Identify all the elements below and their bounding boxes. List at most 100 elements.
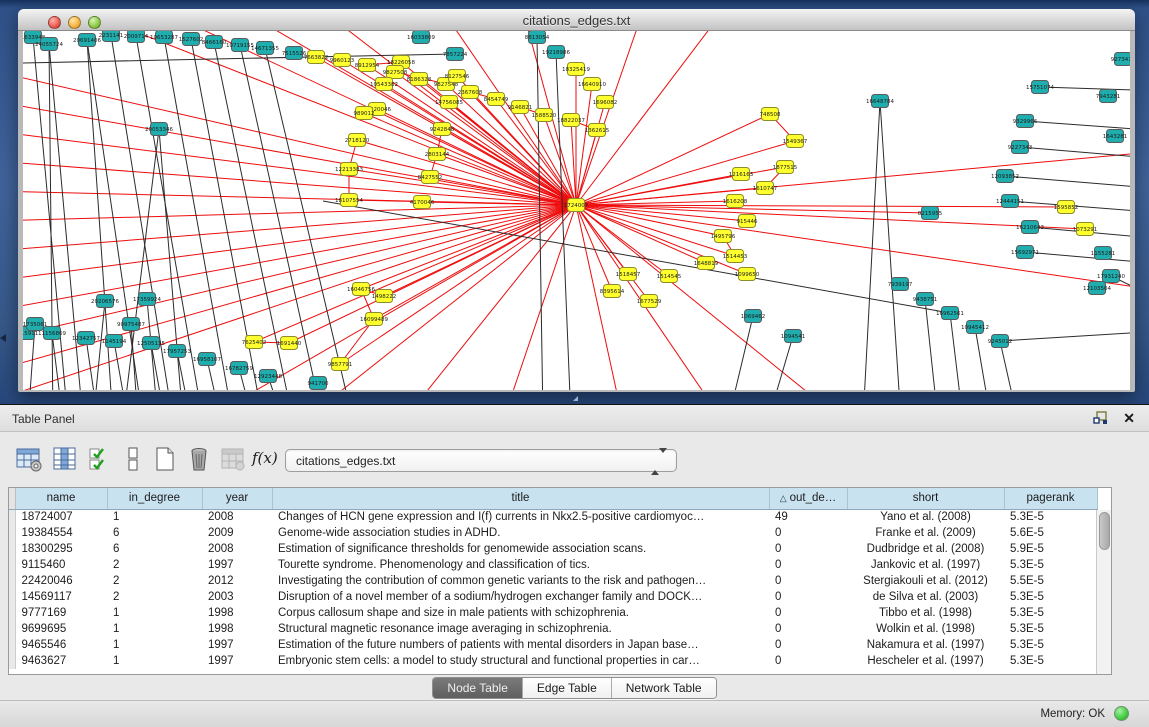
cell[interactable]: Franke et al. (2009) — [847, 525, 1004, 541]
cell[interactable]: 1997 — [202, 637, 272, 653]
table-row[interactable]: 2242004622012Investigating the contribut… — [9, 573, 1097, 589]
cell[interactable]: Yano et al. (2008) — [847, 509, 1004, 525]
table-row[interactable]: 1938455462009Genome-wide association stu… — [9, 525, 1097, 541]
tab-network-table[interactable]: Network Table — [612, 678, 716, 698]
cell[interactable]: 6 — [107, 541, 202, 557]
network-canvas[interactable]: 1633948240557242069140622311412009714106… — [23, 31, 1130, 390]
cell[interactable]: 1998 — [202, 621, 272, 637]
cell[interactable]: 0 — [769, 525, 847, 541]
cell[interactable]: 9115460 — [15, 557, 107, 573]
cell[interactable]: 0 — [769, 653, 847, 669]
cell[interactable]: Genome-wide association studies in ADHD. — [272, 525, 769, 541]
cell[interactable]: 19384554 — [15, 525, 107, 541]
vertical-layout-icon[interactable] — [120, 446, 146, 472]
cell[interactable]: Estimation of significance thresholds fo… — [272, 541, 769, 557]
cell[interactable]: 2 — [107, 573, 202, 589]
cell[interactable]: 1997 — [202, 653, 272, 669]
column-visibility-icon[interactable] — [52, 446, 78, 472]
float-panel-icon[interactable] — [1093, 411, 1109, 426]
cell[interactable]: 2 — [107, 557, 202, 573]
cell[interactable]: 5.6E-5 — [1004, 525, 1097, 541]
cell[interactable]: Tourette syndrome. Phenomenology and cla… — [272, 557, 769, 573]
cell[interactable]: 9699695 — [15, 621, 107, 637]
function-builder-icon[interactable]: f(x) — [252, 446, 286, 472]
cell[interactable]: 2008 — [202, 509, 272, 525]
cell[interactable]: 9777169 — [15, 605, 107, 621]
cell[interactable]: 1998 — [202, 605, 272, 621]
window-titlebar[interactable]: citations_edges.txt — [18, 9, 1135, 31]
cell[interactable]: 0 — [769, 637, 847, 653]
row-selection-icon[interactable] — [88, 446, 114, 472]
cell[interactable]: Wolkin et al. (1998) — [847, 621, 1004, 637]
table-source-dropdown[interactable]: citations_edges.txt — [285, 449, 677, 472]
column-header-short[interactable]: short — [847, 488, 1004, 509]
cell[interactable]: 5.3E-5 — [1004, 605, 1097, 621]
cell[interactable]: Estimation of the future numbers of pati… — [272, 637, 769, 653]
table-row[interactable]: 977716911998Corpus callosum shape and si… — [9, 605, 1097, 621]
cell[interactable]: Corpus callosum shape and size in male p… — [272, 605, 769, 621]
cell[interactable]: 6 — [107, 525, 202, 541]
cell[interactable]: 9463627 — [15, 653, 107, 669]
cell[interactable]: Disruption of a novel member of a sodium… — [272, 589, 769, 605]
cell[interactable]: 18724007 — [15, 509, 107, 525]
cell[interactable]: 18300295 — [15, 541, 107, 557]
scrollbar-thumb[interactable] — [1099, 512, 1110, 550]
delete-trash-icon[interactable] — [186, 446, 212, 472]
cell[interactable]: Stergiakouli et al. (2012) — [847, 573, 1004, 589]
cell[interactable]: 0 — [769, 541, 847, 557]
panel-resize-handle[interactable] — [568, 396, 578, 401]
tab-edge-table[interactable]: Edge Table — [523, 678, 612, 698]
cell[interactable]: 1 — [107, 621, 202, 637]
cell[interactable]: 2009 — [202, 525, 272, 541]
cell[interactable]: 5.3E-5 — [1004, 621, 1097, 637]
cell[interactable]: Nakamura et al. (1997) — [847, 637, 1004, 653]
memory-ok-indicator[interactable] — [1114, 706, 1129, 721]
column-header-year[interactable]: year — [202, 488, 272, 509]
column-header-in-degree[interactable]: in_degree — [107, 488, 202, 509]
cell[interactable]: 9465546 — [15, 637, 107, 653]
table-vertical-scrollbar[interactable] — [1096, 510, 1111, 674]
cell[interactable]: Dudbridge et al. (2008) — [847, 541, 1004, 557]
cell[interactable]: Investigating the contribution of common… — [272, 573, 769, 589]
cell[interactable]: 5.3E-5 — [1004, 557, 1097, 573]
table-row[interactable]: 1456911722003Disruption of a novel membe… — [9, 589, 1097, 605]
cell[interactable]: 14569117 — [15, 589, 107, 605]
cell[interactable]: 2008 — [202, 541, 272, 557]
cell[interactable]: 1 — [107, 637, 202, 653]
column-header-name[interactable]: name — [15, 488, 107, 509]
table-row[interactable]: 911546021997Tourette syndrome. Phenomeno… — [9, 557, 1097, 573]
cell[interactable]: 5.3E-5 — [1004, 637, 1097, 653]
cell[interactable]: Changes of HCN gene expression and I(f) … — [272, 509, 769, 525]
close-panel-icon[interactable]: ✕ — [1123, 410, 1135, 427]
cell[interactable]: 1997 — [202, 557, 272, 573]
table-row[interactable]: 946362711997Embryonic stem cells: a mode… — [9, 653, 1097, 669]
cell[interactable]: 0 — [769, 573, 847, 589]
cell[interactable]: 2 — [107, 589, 202, 605]
cell[interactable]: 0 — [769, 557, 847, 573]
table-row[interactable]: 969969511998Structural magnetic resonanc… — [9, 621, 1097, 637]
cell[interactable]: 0 — [769, 589, 847, 605]
table-settings-icon[interactable] — [16, 446, 42, 472]
cell[interactable]: Hescheler et al. (1997) — [847, 653, 1004, 669]
cell[interactable]: 5.3E-5 — [1004, 509, 1097, 525]
cell[interactable]: 49 — [769, 509, 847, 525]
cell[interactable]: 5.3E-5 — [1004, 653, 1097, 669]
table-row[interactable]: 1872400712008Changes of HCN gene express… — [9, 509, 1097, 525]
cell[interactable]: 5.5E-5 — [1004, 573, 1097, 589]
tab-node-table[interactable]: Node Table — [433, 678, 523, 698]
new-document-icon[interactable] — [152, 446, 178, 472]
table-row[interactable]: 1830029562008Estimation of significance … — [9, 541, 1097, 557]
cell[interactable]: 5.9E-5 — [1004, 541, 1097, 557]
cell[interactable]: de Silva et al. (2003) — [847, 589, 1004, 605]
cell[interactable]: 1 — [107, 653, 202, 669]
cell[interactable]: 22420046 — [15, 573, 107, 589]
cell[interactable]: Jankovic et al. (1997) — [847, 557, 1004, 573]
cell[interactable]: 0 — [769, 605, 847, 621]
cell[interactable]: Tibbo et al. (1998) — [847, 605, 1004, 621]
table-row[interactable]: 946554611997Estimation of the future num… — [9, 637, 1097, 653]
column-header-out-degree[interactable]: △out_de… — [769, 488, 847, 509]
column-header-title[interactable]: title — [272, 488, 769, 509]
cell[interactable]: Structural magnetic resonance image aver… — [272, 621, 769, 637]
cell[interactable]: Embryonic stem cells: a model to study s… — [272, 653, 769, 669]
cell[interactable]: 1 — [107, 509, 202, 525]
